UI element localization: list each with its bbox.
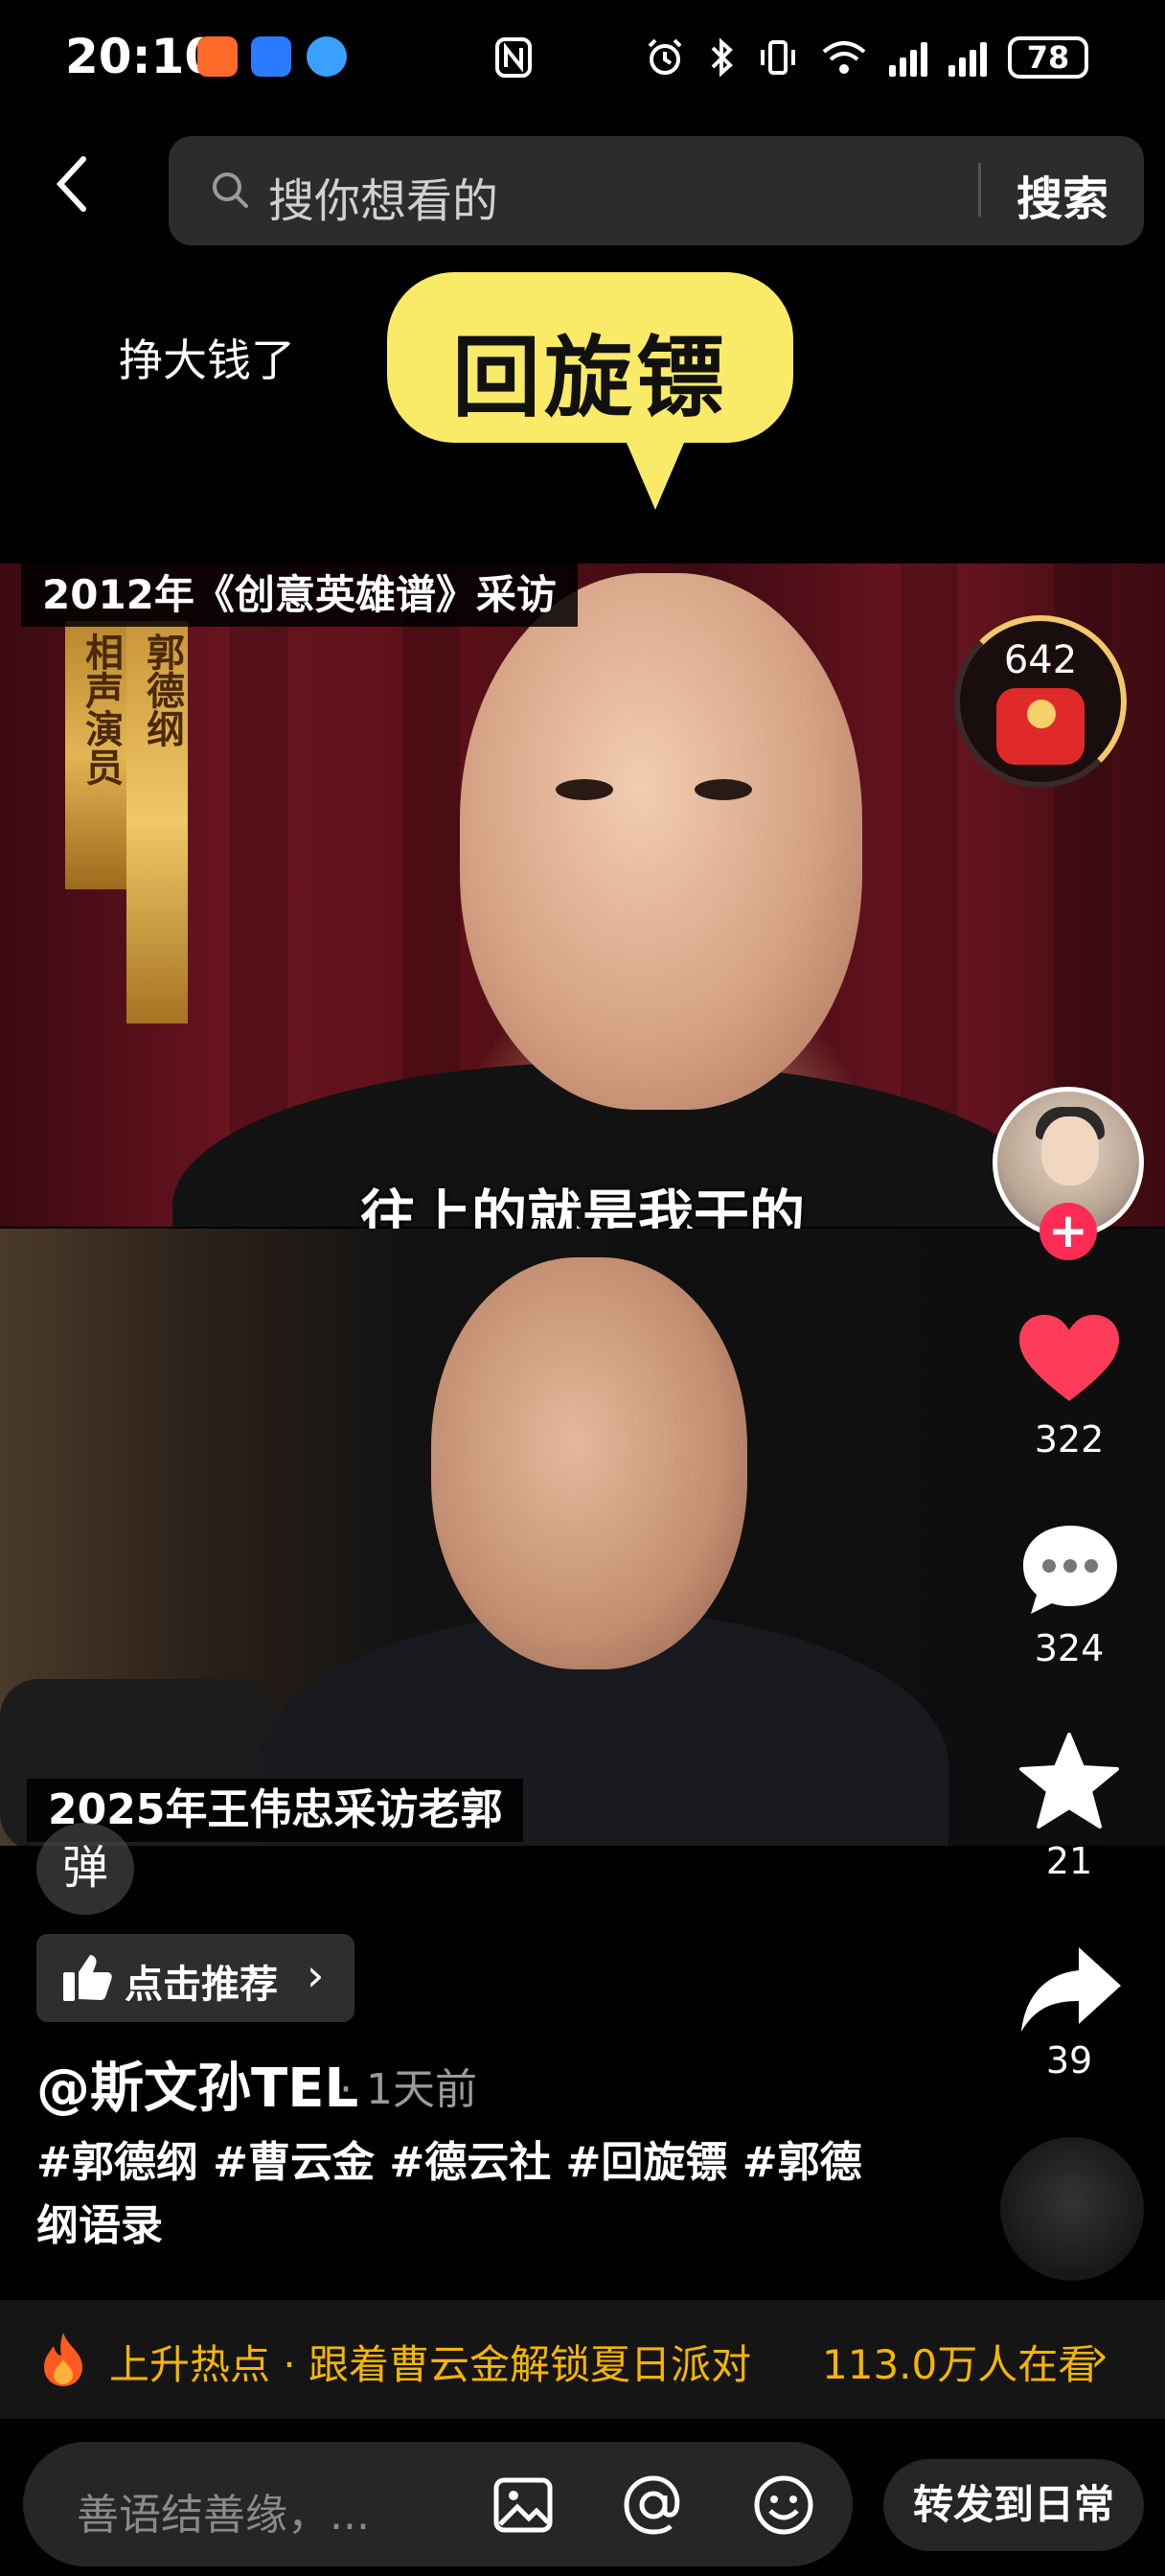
video-frame-bottom[interactable] bbox=[0, 1229, 1165, 1846]
flame-icon bbox=[44, 2333, 82, 2386]
search-button[interactable]: 搜索 bbox=[1017, 161, 1108, 228]
comment-button[interactable] bbox=[1019, 1522, 1121, 1622]
alarm-icon bbox=[648, 38, 682, 75]
image-icon[interactable] bbox=[492, 2474, 554, 2536]
like-count: 322 bbox=[1034, 1418, 1105, 1460]
favorite-button[interactable] bbox=[1017, 1731, 1121, 1834]
signal-icon-2 bbox=[948, 38, 987, 77]
nfc-icon bbox=[494, 36, 533, 82]
author-name[interactable]: @斯文孙TEL bbox=[36, 2045, 358, 2123]
browser-app-icon bbox=[307, 36, 347, 77]
follow-button[interactable]: + bbox=[1039, 1203, 1097, 1260]
search-divider bbox=[978, 163, 981, 217]
trending-label: 上升热点 · 跟着曹云金解锁夏日派对 bbox=[109, 2341, 752, 2388]
emoji-icon[interactable] bbox=[751, 2472, 816, 2538]
status-bar: 20:10 78 bbox=[0, 0, 1165, 115]
comment-count: 324 bbox=[1034, 1627, 1105, 1669]
like-button[interactable] bbox=[1017, 1313, 1121, 1409]
chevron-left-icon bbox=[56, 156, 86, 212]
hashtags[interactable]: #郭德纲 #曹云金 #德云社 #回旋镖 #郭德纲语录 bbox=[36, 2131, 879, 2258]
share-count: 39 bbox=[1045, 2039, 1093, 2082]
thumbs-up-icon bbox=[63, 1955, 112, 2001]
comment-input[interactable]: 善语结善缘，... bbox=[77, 2480, 370, 2542]
danmu-toggle-button[interactable]: 弹 bbox=[36, 1823, 134, 1915]
signal-icon bbox=[889, 38, 927, 77]
star-icon bbox=[1019, 1733, 1119, 1828]
recommend-label: 点击推荐 bbox=[125, 1963, 278, 2007]
forward-button[interactable]: 转发到日常 bbox=[883, 2459, 1144, 2551]
back-button[interactable] bbox=[53, 153, 110, 230]
search-bar[interactable]: 搜你想看的 搜索 bbox=[169, 136, 1144, 245]
chevron-right-icon: › bbox=[1090, 2329, 1109, 2382]
red-packet-progress-ring bbox=[954, 615, 1127, 788]
video-label-top: 2012年《创意英雄谱》采访 bbox=[21, 564, 578, 627]
heart-icon bbox=[1019, 1315, 1119, 1401]
bluetooth-icon bbox=[711, 37, 733, 78]
status-time: 20:10 bbox=[65, 29, 218, 84]
battery-indicator: 78 bbox=[1008, 36, 1088, 79]
trending-bar[interactable]: 上升热点 · 跟着曹云金解锁夏日派对 113.0万人在看 › bbox=[0, 2300, 1165, 2419]
speech-bubble-tail bbox=[621, 429, 690, 510]
mention-icon[interactable] bbox=[621, 2472, 686, 2538]
bubble-text: 回旋镖 bbox=[451, 327, 728, 429]
wifi-icon bbox=[822, 41, 866, 74]
comment-icon bbox=[1023, 1526, 1117, 1614]
share-arrow-icon bbox=[1021, 1947, 1121, 2032]
search-input[interactable]: 搜你想看的 bbox=[268, 163, 498, 230]
app-notification-icon bbox=[197, 36, 238, 77]
name-plaque-title: 相声演员 bbox=[65, 621, 126, 889]
comment-input-bar[interactable]: 善语结善缘，... bbox=[23, 2442, 853, 2566]
overlay-caption: 挣大钱了 bbox=[119, 334, 295, 386]
music-disc-avatar[interactable] bbox=[1000, 2137, 1144, 2281]
post-time: · 1天前 bbox=[339, 2065, 477, 2114]
status-icons: 78 bbox=[644, 29, 1088, 86]
search-icon bbox=[213, 172, 248, 208]
viewer-count: 113.0万人在看 bbox=[822, 2341, 1099, 2388]
weather-app-icon bbox=[251, 36, 291, 77]
name-plaque-name: 郭德纲 bbox=[126, 621, 188, 1024]
vibrate-icon bbox=[761, 40, 795, 75]
favorite-count: 21 bbox=[1045, 1840, 1093, 1882]
recommend-button[interactable]: 点击推荐 › bbox=[36, 1934, 354, 2022]
share-button[interactable] bbox=[1017, 1944, 1125, 2039]
chevron-right-icon: › bbox=[307, 1949, 325, 2001]
